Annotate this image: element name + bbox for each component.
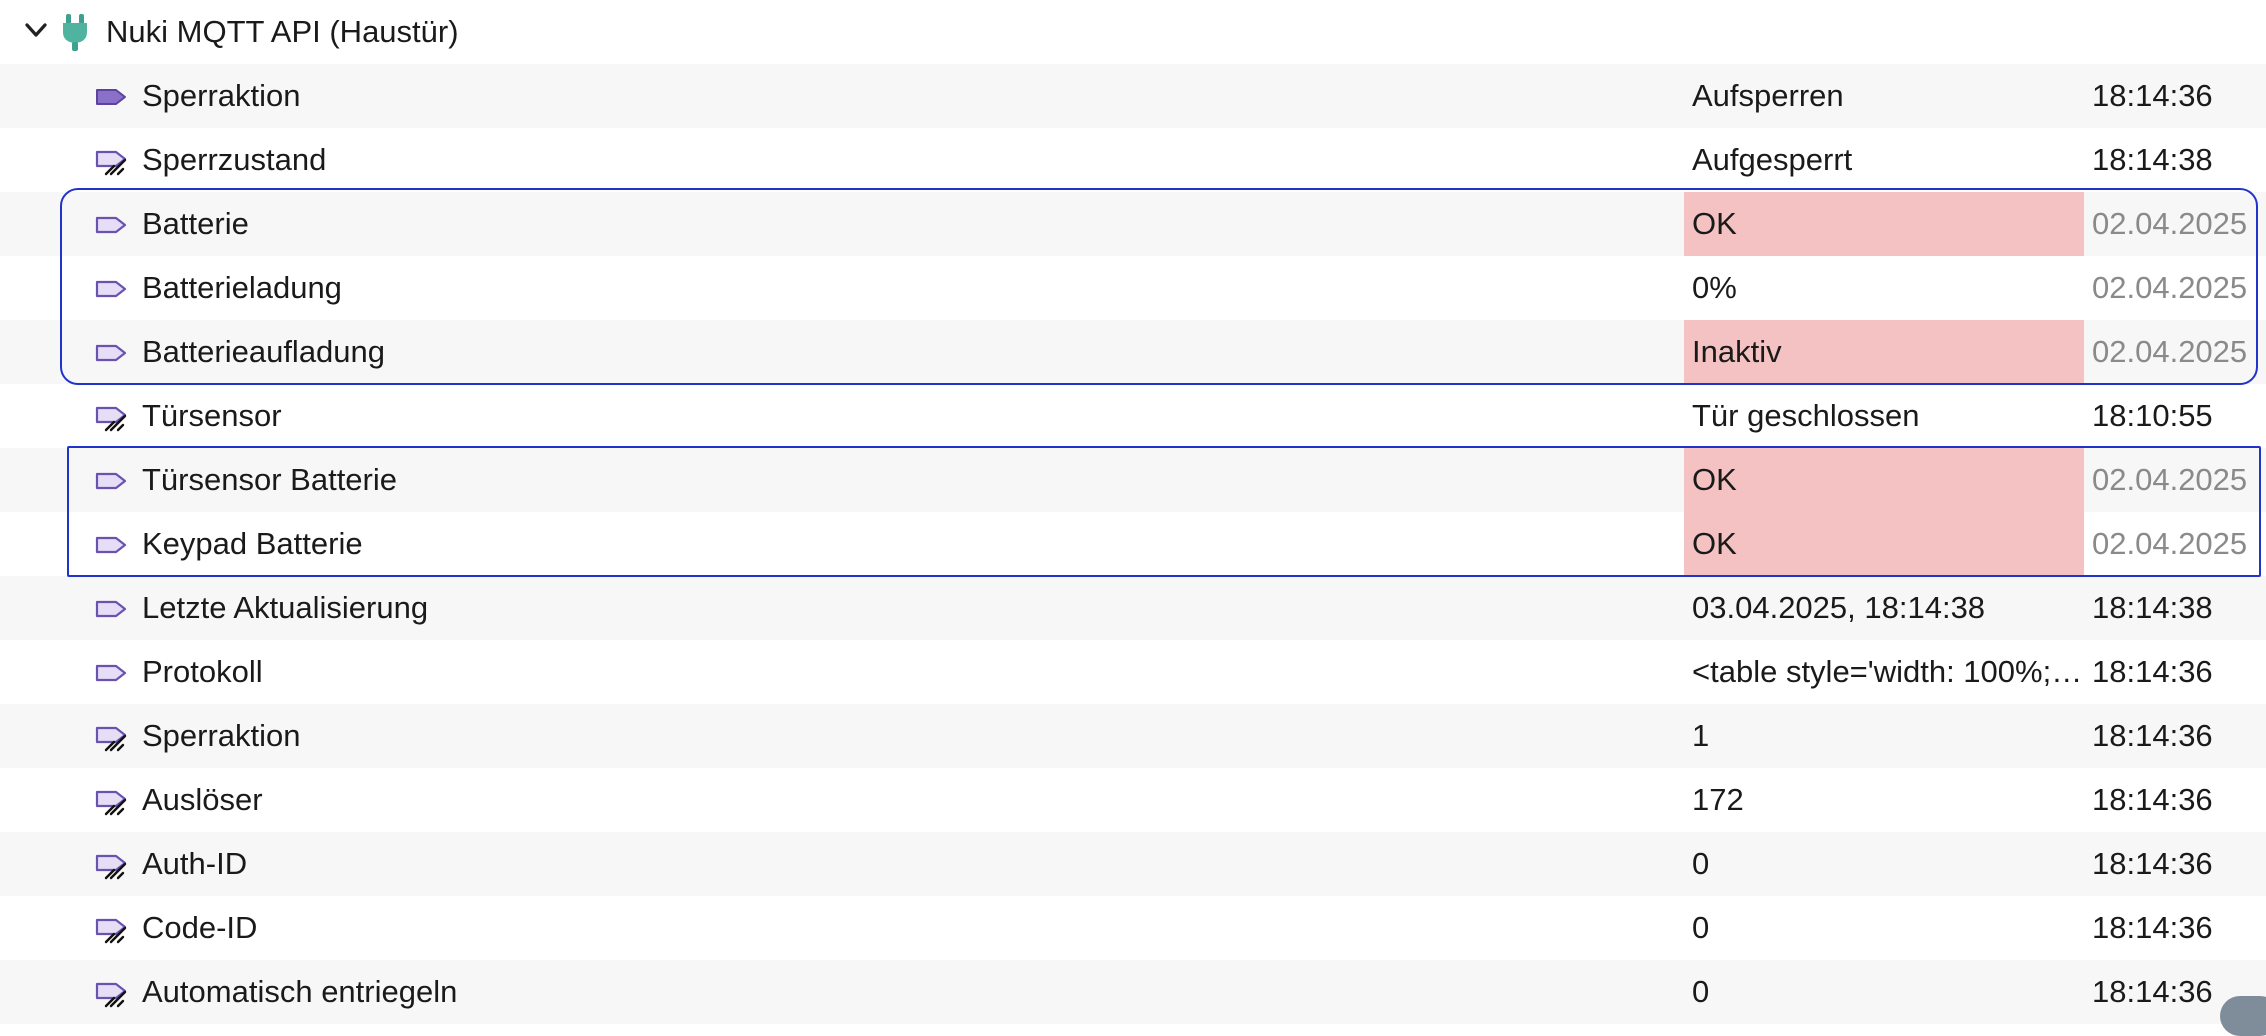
variable-name: Sperrzustand bbox=[142, 142, 327, 177]
variable-timestamp: 02.04.2025 bbox=[2092, 334, 2248, 369]
scroll-handle[interactable] bbox=[2220, 996, 2266, 1036]
variable-icon bbox=[94, 336, 128, 370]
variable-action-icon bbox=[94, 976, 128, 1010]
variable-timestamp: 18:14:38 bbox=[2092, 590, 2213, 625]
variable-name: Auslöser bbox=[142, 782, 263, 817]
variable-timestamp: 18:14:36 bbox=[2092, 974, 2213, 1009]
variable-value: 0 bbox=[1692, 910, 1710, 945]
variable-timestamp: 02.04.2025 bbox=[2092, 270, 2248, 305]
variable-row[interactable]: Keypad Batterie OK 02.04.2025 bbox=[0, 512, 2266, 576]
variable-action-icon bbox=[94, 144, 128, 178]
variable-action-icon bbox=[94, 848, 128, 882]
variable-name: Letzte Aktualisierung bbox=[142, 590, 429, 625]
variable-name: Batterieaufladung bbox=[142, 334, 386, 369]
variable-row[interactable]: Türsensor Tür geschlossen 18:10:55 bbox=[0, 384, 2266, 448]
variable-value: OK bbox=[1684, 448, 2084, 512]
variable-icon bbox=[94, 592, 128, 626]
variable-row[interactable]: Batterieladung 0% 02.04.2025 bbox=[0, 256, 2266, 320]
object-tree: Nuki MQTT API (Haustür) Sperraktion Aufsp… bbox=[0, 0, 2266, 1036]
variable-value: 172 bbox=[1692, 782, 1744, 817]
variable-icon bbox=[94, 528, 128, 562]
variable-name: Protokoll bbox=[142, 654, 263, 689]
variable-row[interactable]: Sperrzustand Aufgesperrt 18:14:38 bbox=[0, 128, 2266, 192]
variable-timestamp: 02.04.2025 bbox=[2092, 526, 2248, 561]
variable-row[interactable]: Auslöser 172 18:14:36 bbox=[0, 768, 2266, 832]
variable-name: Sperraktion bbox=[142, 78, 301, 113]
variable-row[interactable]: Auth-ID 0 18:14:36 bbox=[0, 832, 2266, 896]
variable-row[interactable]: Automatisch entriegeln 0 18:14:36 bbox=[0, 960, 2266, 1024]
variable-row[interactable]: Letzte Aktualisierung 03.04.2025, 18:14:3… bbox=[0, 576, 2266, 640]
variable-name: Code-ID bbox=[142, 910, 258, 945]
variable-value: 0 bbox=[1692, 846, 1710, 881]
variable-timestamp: 18:10:55 bbox=[2092, 398, 2213, 433]
variable-name: Batterie bbox=[142, 206, 249, 241]
variable-name: Türsensor Batterie bbox=[142, 462, 397, 497]
variable-row[interactable]: Türsensor Batterie OK 02.04.2025 bbox=[0, 448, 2266, 512]
variable-timestamp: 02.04.2025 bbox=[2092, 462, 2248, 497]
variable-timestamp: 02.04.2025 bbox=[2092, 206, 2248, 241]
group-header[interactable]: Nuki MQTT API (Haustür) bbox=[0, 0, 2266, 64]
variable-value: Aufgesperrt bbox=[1692, 142, 1853, 177]
variable-value: OK bbox=[1684, 192, 2084, 256]
variable-value: 03.04.2025, 18:14:38 bbox=[1692, 590, 1986, 625]
variable-action-icon bbox=[94, 912, 128, 946]
variable-action-icon bbox=[94, 400, 128, 434]
variable-row[interactable]: Batterie OK 02.04.2025 bbox=[0, 192, 2266, 256]
variable-name: Keypad Batterie bbox=[142, 526, 363, 561]
variable-timestamp: 18:14:36 bbox=[2092, 910, 2213, 945]
variable-timestamp: 18:14:36 bbox=[2092, 718, 2213, 753]
variable-name: Sperraktion bbox=[142, 718, 301, 753]
plug-icon bbox=[63, 14, 87, 51]
chevron-down-icon[interactable] bbox=[22, 16, 50, 44]
variable-action-icon bbox=[94, 720, 128, 754]
variable-timestamp: 18:14:38 bbox=[2092, 142, 2213, 177]
variable-name: Auth-ID bbox=[142, 846, 248, 881]
variable-value: Aufsperren bbox=[1692, 78, 1844, 113]
variable-row[interactable]: Sperraktion 1 18:14:36 bbox=[0, 704, 2266, 768]
variable-name: Türsensor bbox=[142, 398, 282, 433]
variable-action-icon bbox=[94, 784, 128, 818]
variable-value: <table style='width: 100%;… bbox=[1692, 654, 2083, 689]
variable-value: 0% bbox=[1692, 270, 1737, 305]
variable-row[interactable]: Protokoll <table style='width: 100%;… 18:1… bbox=[0, 640, 2266, 704]
variable-value: Tür geschlossen bbox=[1692, 398, 1920, 433]
variable-row[interactable]: Batterieaufladung Inaktiv 02.04.2025 bbox=[0, 320, 2266, 384]
variable-icon bbox=[94, 656, 128, 690]
variable-row[interactable]: Code-ID 0 18:14:36 bbox=[0, 896, 2266, 960]
variable-value: Inaktiv bbox=[1684, 320, 2084, 384]
variable-row[interactable]: Sperraktion Aufsperren 18:14:36 bbox=[0, 64, 2266, 128]
variable-name: Automatisch entriegeln bbox=[142, 974, 458, 1009]
variable-icon bbox=[94, 464, 128, 498]
variable-value: 1 bbox=[1692, 718, 1710, 753]
variable-value: 0 bbox=[1692, 974, 1710, 1009]
variable-icon bbox=[94, 272, 128, 306]
variable-icon bbox=[94, 208, 128, 242]
variable-timestamp: 18:14:36 bbox=[2092, 782, 2213, 817]
variable-timestamp: 18:14:36 bbox=[2092, 846, 2213, 881]
variable-timestamp: 18:14:36 bbox=[2092, 78, 2213, 113]
variable-value: OK bbox=[1684, 512, 2084, 576]
variable-timestamp: 18:14:36 bbox=[2092, 654, 2213, 689]
variable-name: Batterieladung bbox=[142, 270, 342, 305]
variable-filled-icon bbox=[94, 80, 128, 114]
group-title: Nuki MQTT API (Haustür) bbox=[106, 14, 459, 49]
